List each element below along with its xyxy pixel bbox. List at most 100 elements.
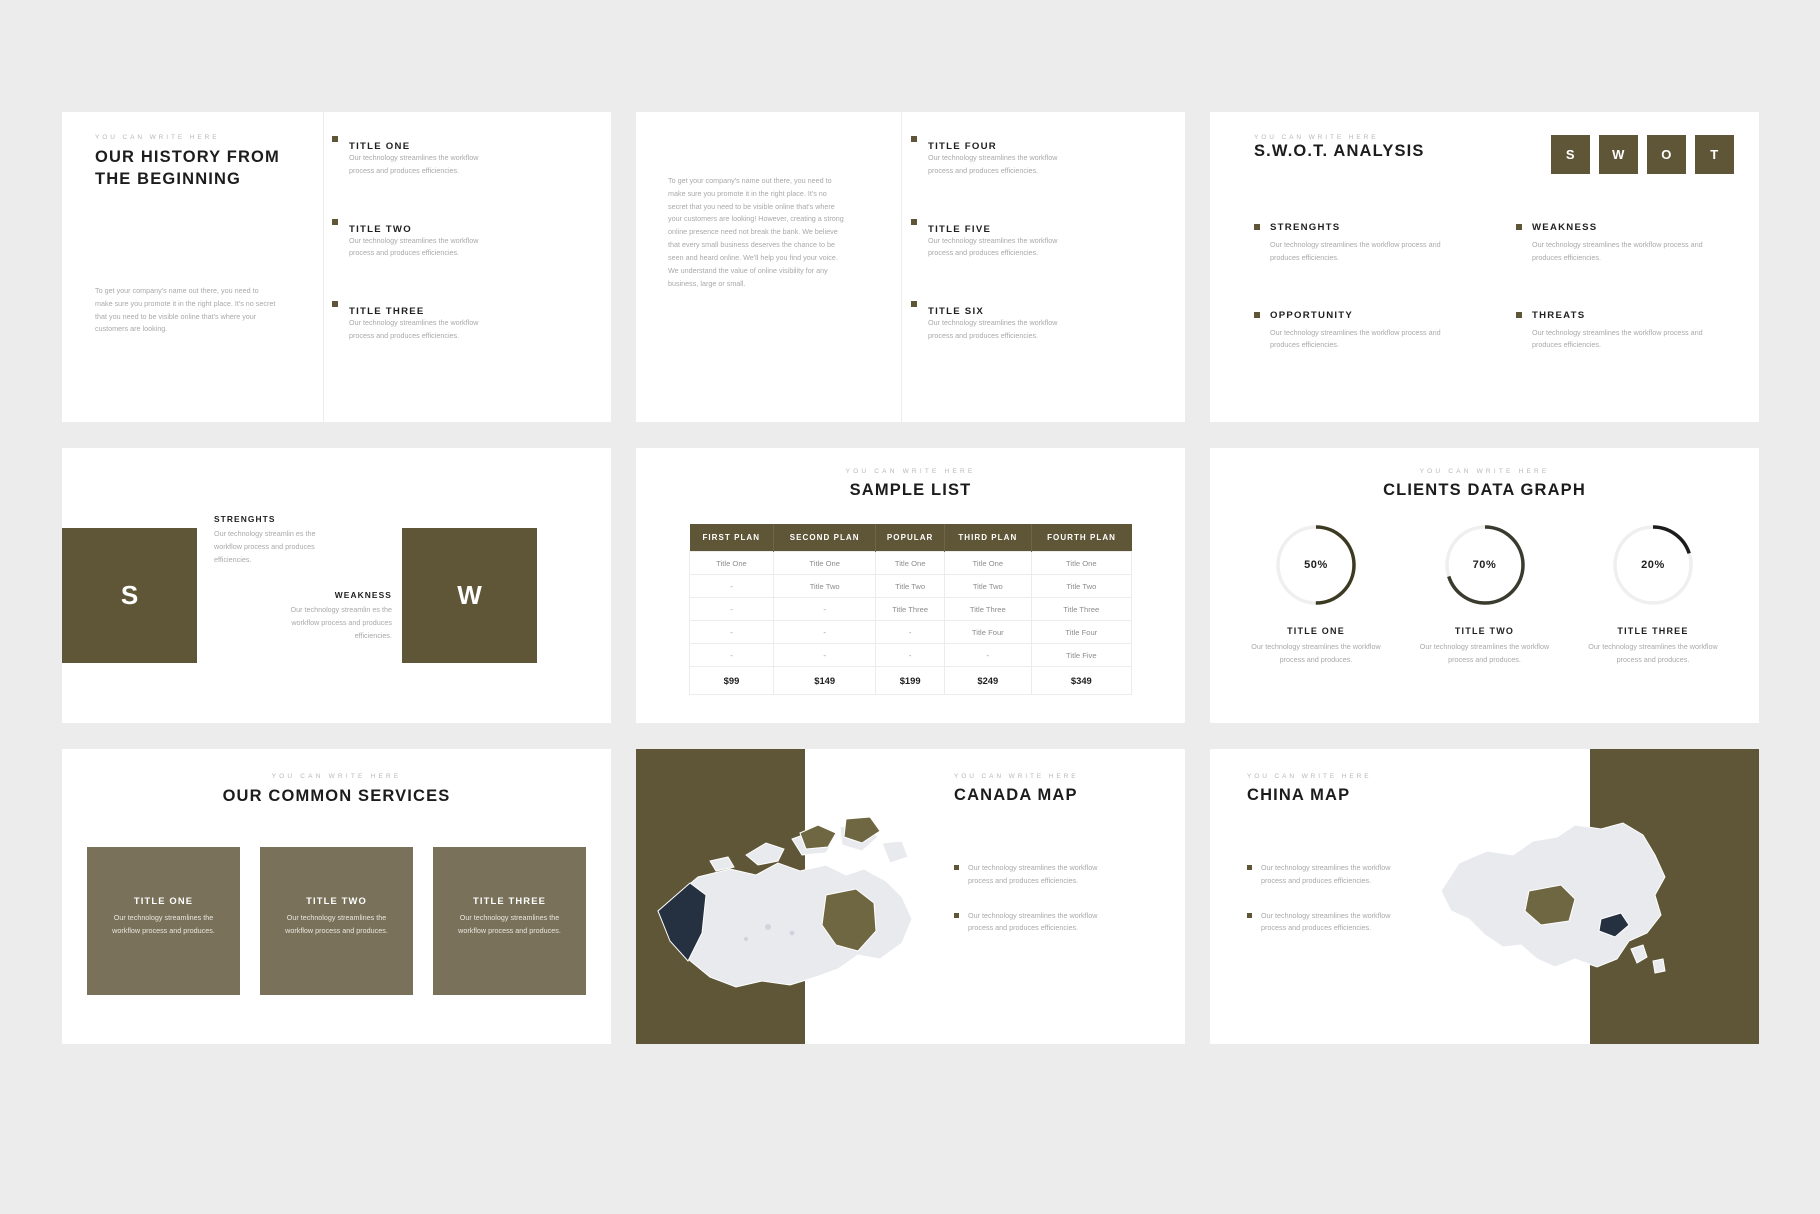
page-title: OUR COMMON SERVICES	[222, 787, 451, 805]
strengths-body: Our technology streamlin es the workflow…	[214, 529, 316, 564]
eyebrow-label: YOU CAN WRITE HERE	[95, 134, 220, 141]
table-cell: -	[688, 643, 775, 667]
slide-history-continued[interactable]: To get your company's name out there, yo…	[636, 112, 1185, 422]
list-item-body: Our technology streamlines the workflow …	[1261, 863, 1391, 885]
list-item[interactable]: TITLE SIX Our technology streamlines the…	[911, 299, 1161, 343]
eyebrow-label: YOU CAN WRITE HERE	[1247, 773, 1372, 780]
swot-letter-w[interactable]: W	[1599, 135, 1638, 174]
feature-title: TITLE FIVE	[928, 223, 992, 235]
feature-body: Our technology streamlines the workflow …	[349, 318, 479, 341]
feature-body: Our technology streamlines the workflow …	[928, 318, 1058, 341]
list-item[interactable]: TITLE FIVE Our technology streamlines th…	[911, 217, 1161, 261]
table-price-row: $99 $149 $199 $249 $349	[688, 666, 1133, 695]
list-item-body: Our technology streamlines the workflow …	[968, 863, 1098, 885]
price-cell: $349	[1030, 666, 1133, 695]
list-item[interactable]: Our technology streamlines the workflow …	[1247, 862, 1397, 888]
table-cell: -	[688, 620, 775, 644]
table-cell: -	[688, 597, 775, 621]
strengths-block: S	[62, 528, 197, 663]
slide-swot-analysis[interactable]: YOU CAN WRITE HERE S.W.O.T. ANALYSIS S W…	[1210, 112, 1759, 422]
eyebrow-label: YOU CAN WRITE HERE	[271, 773, 402, 780]
strengths-letter: S	[120, 580, 139, 610]
table-cell: Title Two	[875, 574, 945, 598]
table-cell: Title Two	[943, 574, 1032, 598]
table-cell: -	[875, 643, 945, 667]
swot-cell-opportunity[interactable]: OPPORTUNITY Our technology streamlines t…	[1254, 310, 1484, 353]
list-item[interactable]: TITLE THREE Our technology streamlines t…	[332, 299, 582, 343]
services-header: YOU CAN WRITE HERE OUR COMMON SERVICES	[62, 773, 611, 808]
table-cell: Title Four	[1030, 620, 1133, 644]
table-cell: Title One	[943, 551, 1032, 575]
swot-body: Our technology streamlines the workflow …	[1270, 240, 1441, 262]
service-card[interactable]: TITLE TWO Our technology streamlines the…	[260, 847, 413, 995]
donut-body: Our technology streamlines the workflow …	[1588, 642, 1718, 664]
swot-title: STRENGHTS	[1270, 222, 1341, 233]
swot-title: OPPORTUNITY	[1270, 309, 1354, 321]
table-cell: -	[688, 574, 775, 598]
table-column-header: FOURTH PLAN	[1031, 524, 1132, 552]
slide-clients-data-graph[interactable]: YOU CAN WRITE HERE CLIENTS DATA GRAPH 50…	[1210, 448, 1759, 723]
slide-grid: YOU CAN WRITE HERE OUR HISTORY FROM THE …	[62, 112, 1759, 1044]
slide-canada-map[interactable]: YOU CAN WRITE HERE CANADA MAP Our techno…	[636, 749, 1185, 1044]
page-title: SAMPLE LIST	[849, 481, 972, 499]
swot-cell-strengths[interactable]: STRENGHTS Our technology streamlines the…	[1254, 222, 1484, 265]
slide-our-history[interactable]: YOU CAN WRITE HERE OUR HISTORY FROM THE …	[62, 112, 611, 422]
donut-gauge: 50%	[1272, 521, 1360, 609]
list-item-body: Our technology streamlines the workflow …	[968, 910, 1098, 933]
table-cell: Title One	[773, 551, 877, 575]
table-cell: -	[773, 643, 877, 667]
swot-body: Our technology streamlines the workflow …	[1270, 327, 1441, 350]
service-card[interactable]: TITLE THREE Our technology streamlines t…	[433, 847, 586, 995]
swot-body: Our technology streamlines the workflow …	[1532, 240, 1703, 262]
table-column-header: SECOND PLAN	[773, 524, 877, 552]
donut-chart-item[interactable]: 70% TITLE TWO Our technology streamlines t…	[1409, 521, 1561, 667]
table-cell: Title Five	[1030, 643, 1133, 667]
swot-letter-t[interactable]: T	[1695, 135, 1734, 174]
table-row: - - - - Title Five	[688, 643, 1133, 667]
swot-letter-s[interactable]: S	[1551, 135, 1590, 174]
service-title: TITLE THREE	[472, 895, 547, 906]
continued-paragraph: To get your company's name out there, yo…	[668, 176, 844, 288]
list-item[interactable]: Our technology streamlines the workflow …	[1247, 910, 1397, 936]
donut-chart-item[interactable]: 20% TITLE THREE Our technology streamlines…	[1577, 521, 1729, 667]
feature-title: TITLE SIX	[928, 306, 985, 318]
table-cell: -	[773, 620, 877, 644]
swot-cell-weakness[interactable]: WEAKNESS Our technology streamlines the …	[1516, 222, 1746, 265]
donut-chart-item[interactable]: 50% TITLE ONE Our technology streamlines t…	[1240, 521, 1392, 667]
service-body: Our technology streamlines the workflow …	[112, 913, 215, 935]
service-card[interactable]: TITLE ONE Our technology streamlines the…	[87, 847, 240, 995]
donut-title: TITLE THREE	[1617, 626, 1689, 636]
continued-paragraph-block: To get your company's name out there, yo…	[668, 175, 848, 290]
list-item[interactable]: Our technology streamlines the workflow …	[954, 862, 1104, 888]
list-item[interactable]: TITLE ONE Our technology streamlines the…	[332, 134, 582, 178]
swot-cell-threats[interactable]: THREATS Our technology streamlines the w…	[1516, 310, 1746, 353]
table-head: FIRST PLAN SECOND PLAN POPULAR THIRD PLAN FO…	[689, 524, 1132, 552]
list-item-body: Our technology streamlines the workflow …	[1261, 910, 1391, 933]
swot-title: THREATS	[1532, 309, 1586, 321]
service-title: TITLE TWO	[306, 895, 367, 906]
pricing-table[interactable]: FIRST PLAN SECOND PLAN POPULAR THIRD PLAN FO…	[688, 524, 1133, 695]
continued-feature-list: TITLE FOUR Our technology streamlines th…	[911, 134, 1161, 343]
donut-value-label: 50%	[1304, 559, 1328, 571]
list-item[interactable]: Our technology streamlines the workflow …	[954, 910, 1104, 936]
slide-china-map[interactable]: YOU CAN WRITE HERE CHINA MAP Our technol…	[1210, 749, 1759, 1044]
feature-title: TITLE TWO	[349, 223, 412, 235]
slide-strengths-weakness[interactable]: S W STRENGHTS Our technology streamlin e…	[62, 448, 611, 723]
slide-sample-list[interactable]: YOU CAN WRITE HERE SAMPLE LIST FIRST PLA…	[636, 448, 1185, 723]
table-cell: -	[773, 597, 877, 621]
price-cell: $249	[943, 666, 1032, 695]
list-item[interactable]: TITLE TWO Our technology streamlines the…	[332, 217, 582, 261]
swot-letter-o[interactable]: O	[1647, 135, 1686, 174]
china-header: YOU CAN WRITE HERE CHINA MAP	[1247, 773, 1371, 807]
donut-body: Our technology streamlines the workflow …	[1251, 642, 1381, 664]
table-cell: Title One	[688, 551, 775, 575]
table-cell: Title Two	[773, 574, 877, 598]
table-column-header: FIRST PLAN	[689, 524, 775, 552]
list-item[interactable]: TITLE FOUR Our technology streamlines th…	[911, 134, 1161, 178]
square-bullet-icon	[332, 136, 338, 142]
eyebrow-label: YOU CAN WRITE HERE	[845, 468, 976, 475]
slide-common-services[interactable]: YOU CAN WRITE HERE OUR COMMON SERVICES T…	[62, 749, 611, 1044]
feature-title: TITLE ONE	[349, 141, 411, 152]
eyebrow-label: YOU CAN WRITE HERE	[954, 773, 1079, 780]
table-body: Title One Title One Title One Title One Titl…	[688, 551, 1133, 695]
